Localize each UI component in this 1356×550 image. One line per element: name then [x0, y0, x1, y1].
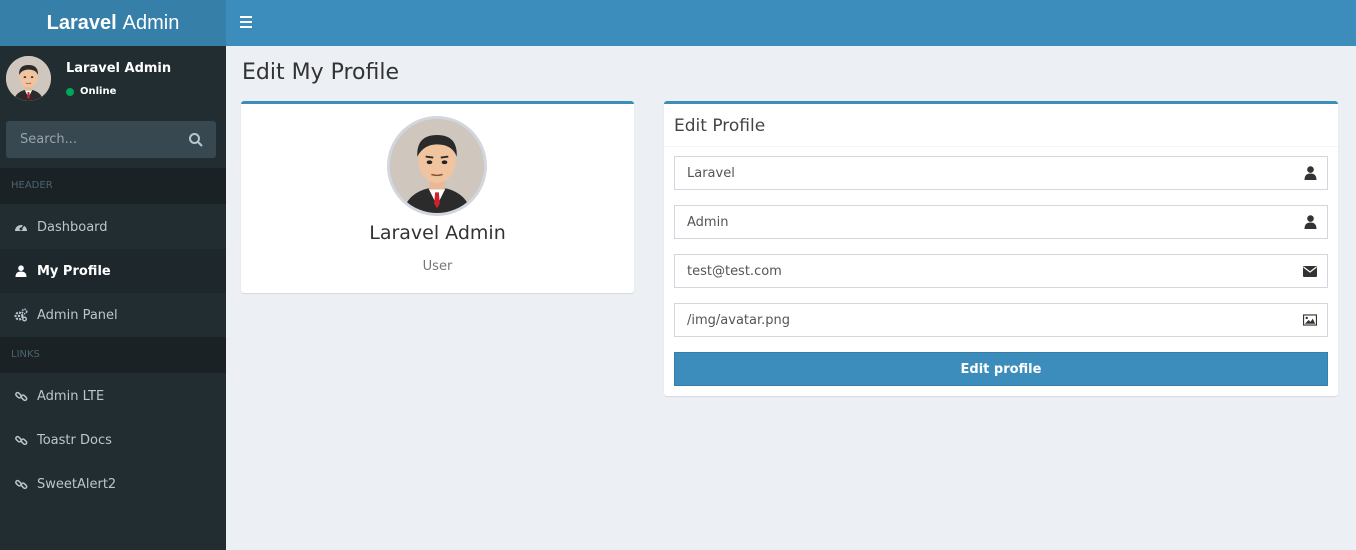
avatar-path-input[interactable] — [675, 304, 1327, 336]
sidebar-item-dashboard[interactable]: Dashboard — [0, 205, 226, 249]
sidebar-item-label: SweetAlert2 — [37, 476, 117, 492]
online-status-icon — [66, 87, 74, 96]
top-navbar — [226, 0, 1356, 46]
email-field — [674, 254, 1328, 288]
sidebar-search — [6, 121, 216, 158]
sidebar-item-label: My Profile — [37, 263, 111, 279]
logo-bold-text: Laravel — [46, 11, 117, 34]
sidebar-item-label: Toastr Docs — [37, 432, 112, 448]
email-input[interactable] — [675, 255, 1327, 287]
user-panel: Laravel Admin Online — [0, 46, 226, 110]
sidebar-item-sweetalert2[interactable]: SweetAlert2 — [0, 462, 226, 506]
user-icon — [1303, 166, 1317, 180]
sidebar-item-admin-panel[interactable]: Admin Panel — [0, 293, 226, 337]
edit-profile-title: Edit Profile — [674, 116, 766, 136]
app-logo[interactable]: Laravel Admin — [0, 0, 226, 46]
profile-card: Laravel Admin User — [241, 101, 634, 293]
sidebar-item-my-profile[interactable]: My Profile — [0, 249, 226, 293]
dashboard-icon — [14, 220, 28, 234]
user-icon — [14, 264, 28, 278]
search-icon[interactable] — [188, 132, 204, 148]
link-icon — [14, 389, 28, 403]
first-name-input[interactable] — [675, 157, 1327, 189]
last-name-field — [674, 205, 1328, 239]
profile-name: Laravel Admin — [369, 222, 506, 244]
profile-role: User — [422, 259, 453, 274]
logo-light-text: Admin — [122, 11, 180, 34]
user-icon — [1303, 215, 1317, 229]
sidebar-item-label: Admin Panel — [37, 307, 118, 323]
link-icon — [14, 477, 28, 491]
cogs-icon — [14, 308, 28, 322]
last-name-input[interactable] — [675, 206, 1327, 238]
menu-header-main: HEADER — [0, 168, 226, 204]
link-icon — [14, 433, 28, 447]
avatar-path-field — [674, 303, 1328, 337]
first-name-field — [674, 156, 1328, 190]
user-status-label: Online — [80, 86, 117, 97]
sidebar-item-label: Admin LTE — [37, 388, 105, 404]
avatar — [6, 56, 51, 101]
sidebar: Laravel Admin Online HEADER Dashboard My… — [0, 46, 226, 550]
sidebar-toggle-icon[interactable] — [240, 13, 254, 33]
user-status: Online — [66, 86, 116, 97]
divider — [664, 146, 1338, 147]
sidebar-item-admin-lte[interactable]: Admin LTE — [0, 374, 226, 418]
edit-profile-card: Edit Profile Edit profile — [664, 101, 1338, 396]
sidebar-item-label: Dashboard — [37, 219, 108, 235]
edit-profile-button[interactable]: Edit profile — [674, 352, 1328, 386]
menu-header-links: LINKS — [0, 337, 226, 373]
sidebar-user-name: Laravel Admin — [66, 61, 172, 76]
image-icon — [1303, 313, 1317, 327]
envelope-icon — [1303, 264, 1317, 278]
search-input[interactable] — [6, 121, 176, 158]
profile-avatar — [387, 116, 487, 216]
page-title: Edit My Profile — [242, 60, 399, 85]
sidebar-item-toastr-docs[interactable]: Toastr Docs — [0, 418, 226, 462]
